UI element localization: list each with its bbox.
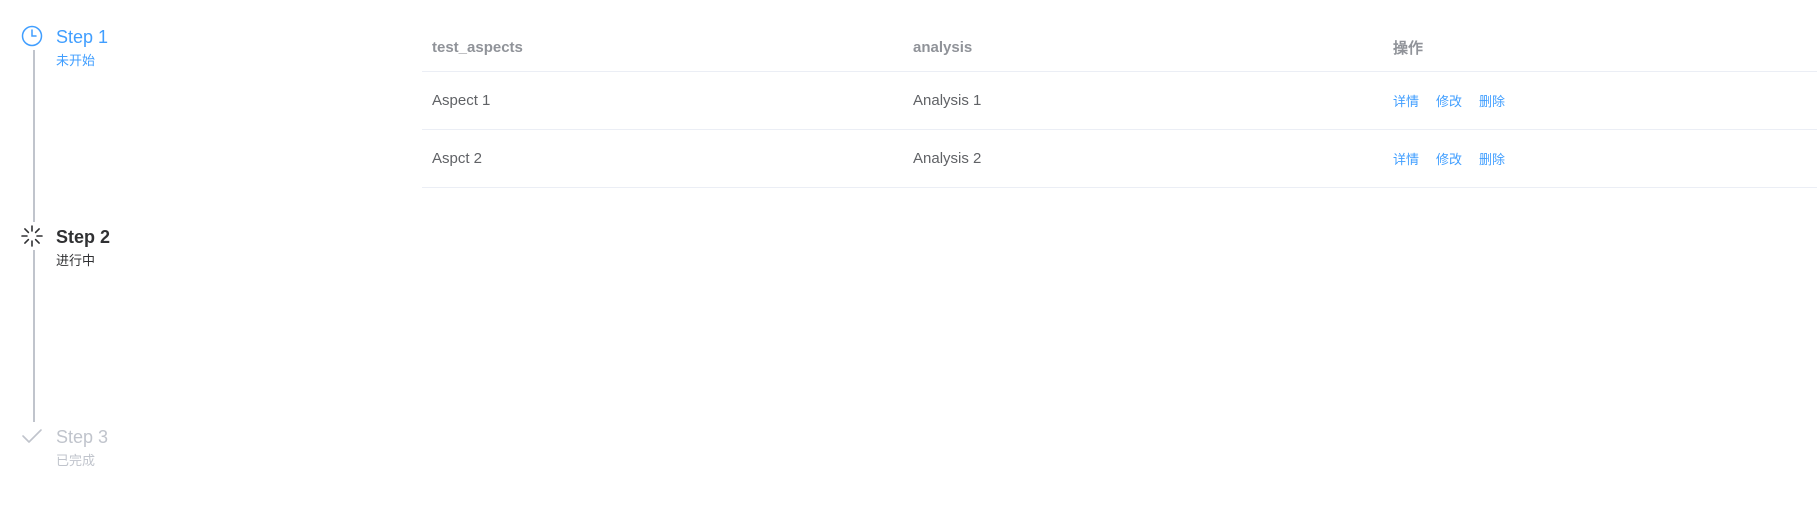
step-title: Step 1: [56, 27, 109, 47]
check-icon: [20, 424, 44, 448]
step-description: 进行中: [56, 253, 96, 268]
column-header-actions: 操作: [1393, 40, 1424, 57]
cell-actions: 详情 修改 删除: [1393, 72, 1522, 129]
cell-test-aspects: Aspct 2: [432, 150, 483, 167]
cell-analysis: Analysis 2: [913, 150, 982, 167]
step-connector-line: [33, 250, 35, 422]
cell-analysis: Analysis 1: [913, 92, 982, 109]
step-description: 已完成: [56, 453, 96, 468]
step-description: 未开始: [56, 53, 96, 68]
steps: Step 1 未开始 Step 2 进行中 Step 3 已完成: [20, 22, 320, 482]
detail-link[interactable]: 详情: [1393, 149, 1419, 168]
delete-link[interactable]: 删除: [1479, 91, 1505, 110]
column-header-test-aspects: test_aspects: [432, 39, 523, 56]
cell-actions: 详情 修改 删除: [1393, 130, 1522, 187]
data-table: test_aspects analysis 操作 Aspect 1 Analys…: [422, 24, 1817, 188]
delete-link[interactable]: 删除: [1479, 149, 1505, 168]
cell-test-aspects: Aspect 1: [432, 92, 491, 109]
edit-link[interactable]: 修改: [1436, 149, 1462, 168]
table-header-row: test_aspects analysis 操作: [422, 24, 1817, 72]
loading-icon: [20, 224, 44, 248]
edit-link[interactable]: 修改: [1436, 91, 1462, 110]
table-row: Aspect 1 Analysis 1 详情 修改 删除: [422, 72, 1817, 130]
table-row: Aspct 2 Analysis 2 详情 修改 删除: [422, 130, 1817, 188]
step-title: Step 3: [56, 427, 109, 447]
clock-icon: [20, 24, 44, 48]
step-title: Step 2: [56, 227, 111, 247]
column-header-analysis: analysis: [913, 39, 973, 56]
page: Step 1 未开始 Step 2 进行中 Step 3 已完成 test_as…: [0, 0, 1817, 509]
detail-link[interactable]: 详情: [1393, 91, 1419, 110]
step-connector-line: [33, 50, 35, 222]
